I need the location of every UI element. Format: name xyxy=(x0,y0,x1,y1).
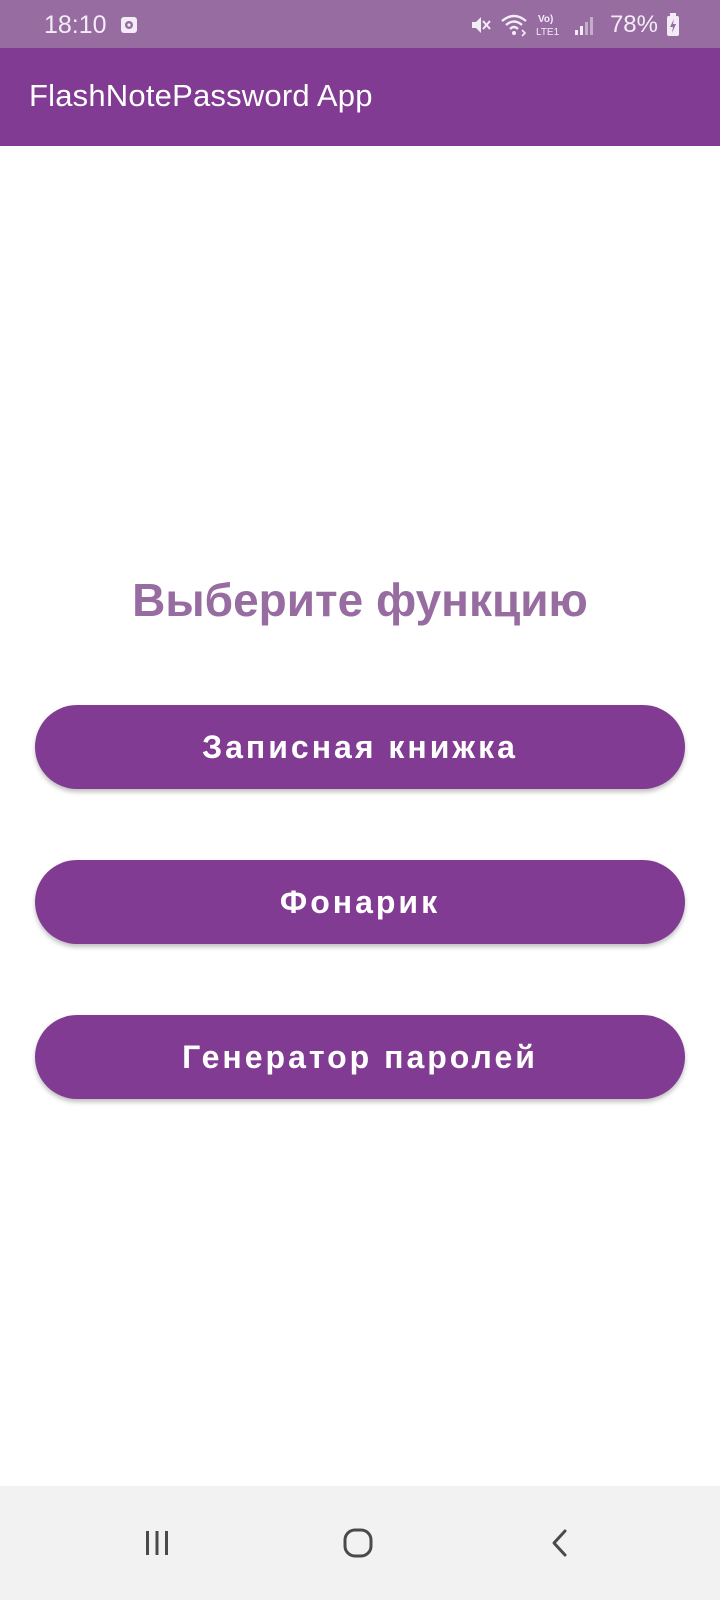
battery-percent: 78% xyxy=(609,11,658,38)
wifi-icon xyxy=(501,14,527,37)
navigation-bar xyxy=(0,1486,720,1600)
notification-icon xyxy=(121,17,137,33)
home-icon xyxy=(343,1528,373,1558)
back-button[interactable] xyxy=(500,1486,620,1600)
page-heading: Выберите функцию xyxy=(132,574,588,626)
recents-button[interactable] xyxy=(97,1486,217,1600)
app-title: FlashNotePassword App xyxy=(29,78,373,113)
password-generator-button[interactable]: Генератор паролей xyxy=(35,1015,685,1099)
volte-label: Vo) xyxy=(538,14,553,25)
status-icons: Vo) LTE1 78% xyxy=(470,12,680,38)
battery-charging-icon xyxy=(667,13,679,36)
signal-icon xyxy=(574,17,593,35)
lte-label: LTE1 xyxy=(536,27,560,38)
notebook-button[interactable]: Записная книжка xyxy=(35,705,685,789)
mute-icon xyxy=(471,17,491,33)
flashlight-button[interactable]: Фонарик xyxy=(35,860,685,944)
home-button[interactable] xyxy=(298,1486,418,1600)
volte-lte-icon: Vo) LTE1 xyxy=(536,14,560,38)
status-bar: 18:10 Vo) LTE1 78% xyxy=(0,0,720,48)
app-bar: FlashNotePassword App xyxy=(0,48,720,146)
status-time: 18:10 xyxy=(44,11,107,39)
screen: 18:10 Vo) LTE1 78% FlashNotePassword App… xyxy=(0,0,720,1600)
back-icon xyxy=(552,1529,567,1557)
recents-icon xyxy=(146,1531,168,1555)
